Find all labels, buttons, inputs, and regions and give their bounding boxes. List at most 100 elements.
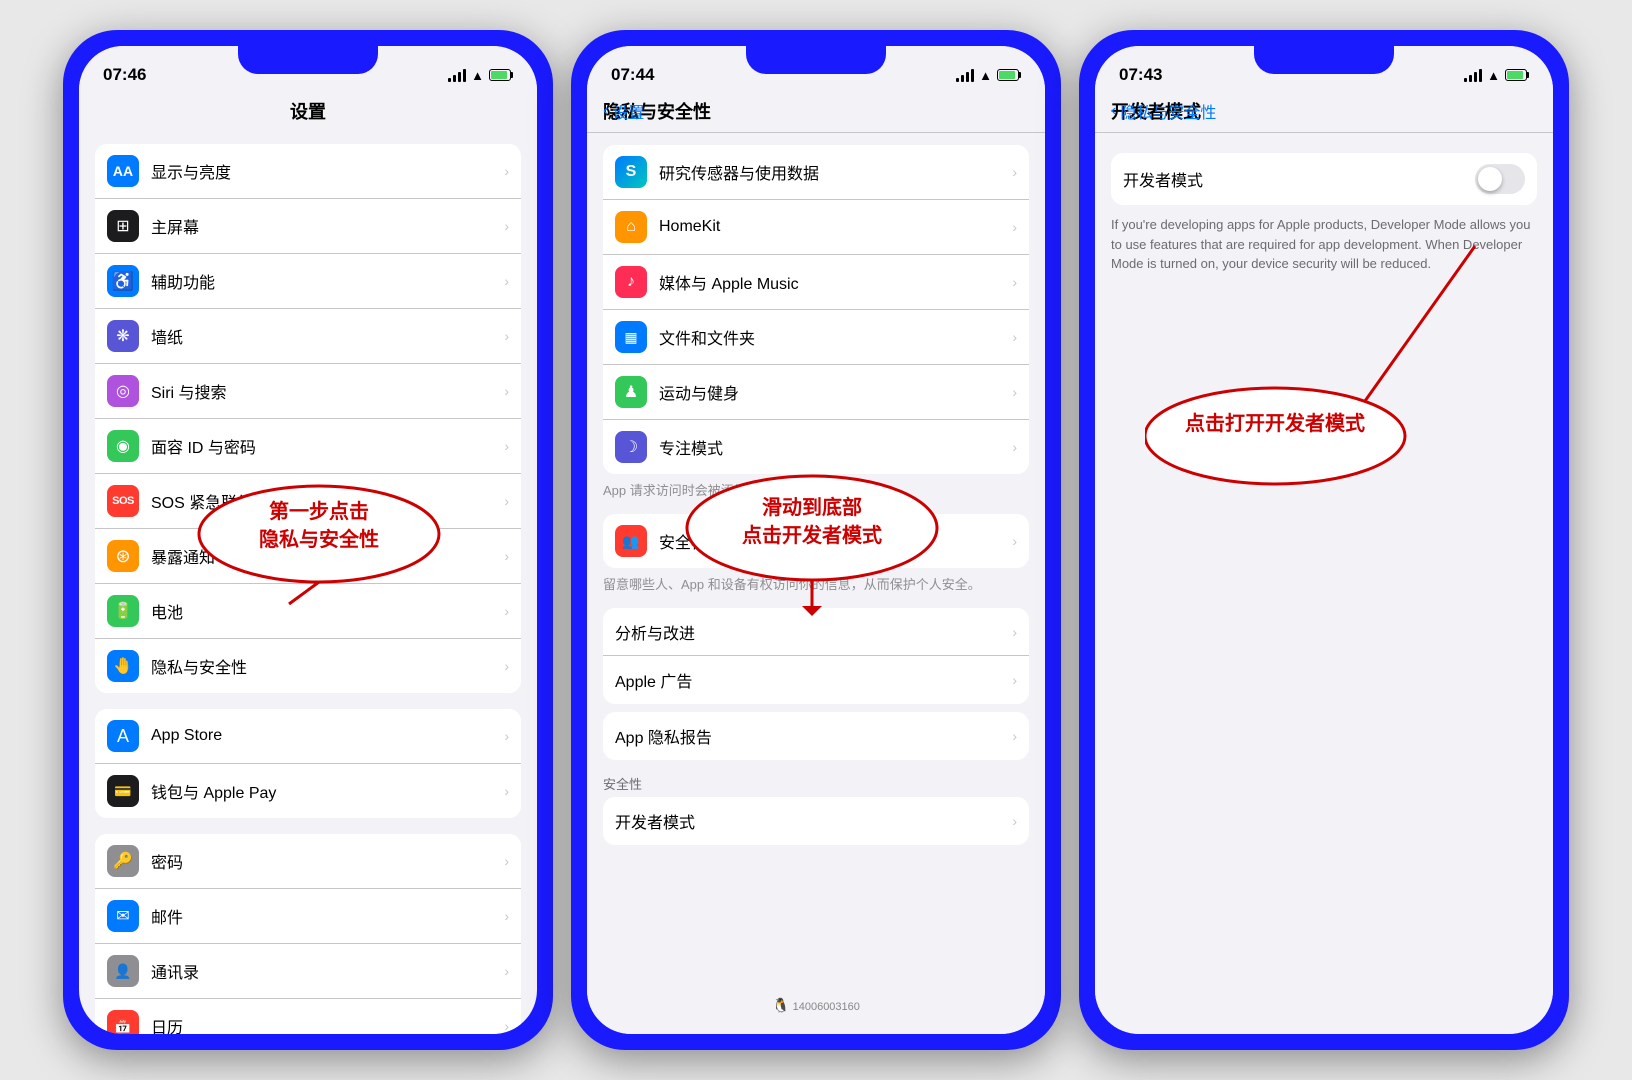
exposure-icon: ⊛	[107, 540, 139, 572]
signal-icon-1	[448, 68, 466, 82]
item-label: SOS 紧急联络	[151, 489, 504, 513]
list-item[interactable]: ♪ 媒体与 Apple Music ›	[603, 255, 1029, 310]
list-item[interactable]: SOS SOS 紧急联络 ›	[95, 474, 521, 529]
chevron-icon: ›	[504, 658, 509, 674]
appstore-icon: A	[107, 720, 139, 752]
watermark: 🐧 14006003160	[772, 997, 860, 1014]
list-item[interactable]: ♿ 辅助功能 ›	[95, 254, 521, 309]
accessibility-icon: ♿	[107, 265, 139, 297]
wifi-icon-1: ▲	[471, 68, 484, 83]
list-item[interactable]: ⌂ HomeKit ›	[603, 200, 1029, 255]
chevron-icon: ›	[1012, 274, 1017, 290]
status-time-2: 07:44	[611, 65, 654, 85]
chevron-icon: ›	[504, 603, 509, 619]
list-item[interactable]: ◉ 面容 ID 与密码 ›	[95, 419, 521, 474]
chevron-icon: ›	[504, 493, 509, 509]
developer-mode-toggle-item[interactable]: 开发者模式	[1111, 153, 1537, 205]
analytics-item[interactable]: 分析与改进 ›	[603, 608, 1029, 656]
faceid-icon: ◉	[107, 430, 139, 462]
back-button-3[interactable]: ‹ 隐私与安全性	[1111, 99, 1216, 123]
status-icons-3: ▲	[1464, 68, 1529, 83]
chevron-icon: ›	[504, 963, 509, 979]
scroll-content-3: 开发者模式 If you're developing apps for Appl…	[1095, 133, 1553, 1034]
contacts-item[interactable]: 👤 通讯录 ›	[95, 944, 521, 999]
chevron-icon: ›	[1012, 728, 1017, 744]
privacy-icon: 🤚	[107, 650, 139, 682]
appstore-item[interactable]: A App Store ›	[95, 709, 521, 764]
privacy-security-item[interactable]: 🤚 隐私与安全性 ›	[95, 639, 521, 693]
privacy-report-item[interactable]: App 隐私报告 ›	[603, 712, 1029, 760]
scroll-content-1[interactable]: AA 显示与亮度 › ⊞ 主屏幕 › ♿ 辅助功能 › ❋ 墙纸 ›	[79, 132, 537, 1034]
wallpaper-icon: ❋	[107, 320, 139, 352]
app-request-sublabel: App 请求访问时会被添加到以上类别。	[587, 474, 1045, 506]
apple-ads-item[interactable]: Apple 广告 ›	[603, 656, 1029, 704]
nav-bar-2: ‹ 设置 隐私与安全性	[587, 94, 1045, 133]
homekit-icon: ⌂	[615, 211, 647, 243]
files-label: 文件和文件夹	[659, 325, 1012, 349]
item-label: 面容 ID 与密码	[151, 434, 504, 458]
focus-icon: ☽	[615, 431, 647, 463]
calendar-item[interactable]: 📅 日历 ›	[95, 999, 521, 1034]
item-label: 墙纸	[151, 324, 504, 348]
list-item[interactable]: ⊛ 暴露通知 ›	[95, 529, 521, 584]
security-section-label: 安全性	[587, 768, 1045, 797]
mail-label: 邮件	[151, 904, 504, 928]
scroll-content-2[interactable]: S 研究传感器与使用数据 › ⌂ HomeKit › ♪ 媒体与 Apple M…	[587, 133, 1045, 1034]
list-item[interactable]: ♟ 运动与健身 ›	[603, 365, 1029, 420]
nav-bar-1: 设置	[79, 94, 537, 132]
developer-mode-toggle[interactable]	[1475, 164, 1525, 194]
safety-check-item[interactable]: 👥 安全检查 ›	[603, 514, 1029, 568]
contacts-label: 通讯录	[151, 959, 504, 983]
sensor-icon: S	[615, 156, 647, 188]
passwords-label: 密码	[151, 849, 504, 873]
back-chevron-icon-3: ‹	[1111, 102, 1116, 120]
list-item[interactable]: AA 显示与亮度 ›	[95, 144, 521, 199]
calendar-label: 日历	[151, 1014, 504, 1034]
battery-icon-1	[489, 69, 513, 81]
chevron-icon: ›	[1012, 219, 1017, 235]
item-label: Siri 与搜索	[151, 379, 504, 403]
toggle-thumb	[1478, 167, 1502, 191]
list-item[interactable]: ☽ 专注模式 ›	[603, 420, 1029, 474]
safety-icon: 👥	[615, 525, 647, 557]
item-label: 显示与亮度	[151, 159, 504, 183]
privacy-report-group: App 隐私报告 ›	[603, 712, 1029, 760]
media-icon: ♪	[615, 266, 647, 298]
status-icons-2: ▲	[956, 68, 1021, 83]
mail-icon: ✉	[107, 900, 139, 932]
chevron-icon: ›	[504, 218, 509, 234]
motion-label: 运动与健身	[659, 380, 1012, 404]
developer-mode-item-phone2[interactable]: 开发者模式 ›	[603, 797, 1029, 845]
list-item[interactable]: ▦ 文件和文件夹 ›	[603, 310, 1029, 365]
chevron-icon: ›	[504, 853, 509, 869]
chevron-icon: ›	[504, 908, 509, 924]
item-label: 电池	[151, 599, 504, 623]
wallet-label: 钱包与 Apple Pay	[151, 779, 504, 803]
signal-icon-2	[956, 68, 974, 82]
safety-label: 安全检查	[659, 529, 1012, 553]
list-item[interactable]: S 研究传感器与使用数据 ›	[603, 145, 1029, 200]
battery-settings-icon: 🔋	[107, 595, 139, 627]
developer-mode-toggle-label: 开发者模式	[1123, 167, 1475, 191]
list-item[interactable]: ❋ 墙纸 ›	[95, 309, 521, 364]
chevron-icon: ›	[1012, 164, 1017, 180]
calendar-icon: 📅	[107, 1010, 139, 1034]
back-button-2[interactable]: ‹ 设置	[603, 99, 644, 123]
passwords-item[interactable]: 🔑 密码 ›	[95, 834, 521, 889]
dev-description-container: If you're developing apps for Apple prod…	[1095, 205, 1553, 284]
focus-label: 专注模式	[659, 435, 1012, 459]
wallet-item[interactable]: 💳 钱包与 Apple Pay ›	[95, 764, 521, 818]
sos-icon: SOS	[107, 485, 139, 517]
mail-item[interactable]: ✉ 邮件 ›	[95, 889, 521, 944]
phone-3: 07:43 ▲ ‹ 隐私与安全性 开发者模式	[1079, 30, 1569, 1050]
list-item[interactable]: 🔋 电池 ›	[95, 584, 521, 639]
notch-3	[1254, 46, 1394, 74]
chevron-icon: ›	[1012, 672, 1017, 688]
list-item[interactable]: ◎ Siri 与搜索 ›	[95, 364, 521, 419]
privacy-group-1: S 研究传感器与使用数据 › ⌂ HomeKit › ♪ 媒体与 Apple M…	[603, 145, 1029, 474]
files-icon: ▦	[615, 321, 647, 353]
analytics-label: 分析与改进	[615, 620, 1012, 644]
list-item[interactable]: ⊞ 主屏幕 ›	[95, 199, 521, 254]
dev-description-text: If you're developing apps for Apple prod…	[1111, 215, 1537, 274]
chevron-icon: ›	[504, 548, 509, 564]
